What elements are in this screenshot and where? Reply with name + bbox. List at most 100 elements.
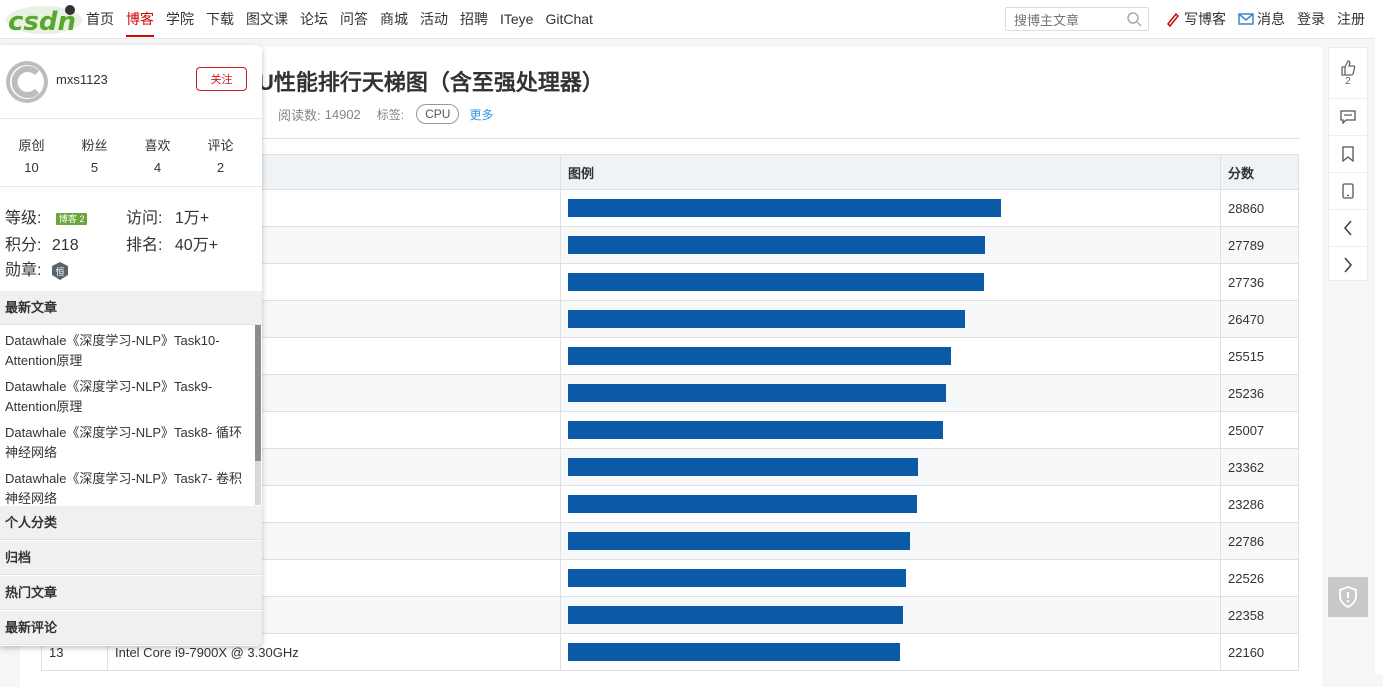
more-tags-link[interactable]: 更多	[469, 106, 493, 123]
score-cell: 25007	[1220, 411, 1299, 449]
nav-link-gitchat[interactable]: GitChat	[545, 0, 592, 38]
csdn-logo[interactable]: csdn	[4, 2, 84, 36]
nav-link-iteye[interactable]: ITeye	[500, 0, 533, 38]
profile-divider	[0, 186, 262, 187]
score-bar	[568, 199, 1001, 217]
tag-cpu[interactable]: CPU	[416, 104, 460, 124]
stat-label: 粉丝	[81, 138, 108, 153]
like-button[interactable]: 2	[1329, 48, 1367, 99]
level-badge[interactable]: 博客 2	[55, 212, 88, 225]
next-article-button[interactable]	[1329, 247, 1367, 283]
comment-button[interactable]	[1329, 99, 1367, 136]
stat-comments: 评论 2	[189, 135, 252, 175]
mobile-view-button[interactable]	[1329, 173, 1367, 210]
nav-link-forum[interactable]: 论坛	[300, 0, 328, 38]
recent-articles-list: Datawhale《深度学习-NLP》Task10- Attention原理 D…	[5, 331, 245, 515]
score-cell: 23362	[1220, 448, 1299, 486]
score-bar	[568, 458, 919, 476]
comment-icon	[1340, 110, 1356, 124]
prev-article-button[interactable]	[1329, 210, 1367, 247]
points-row: 积分: 218	[5, 231, 79, 255]
stat-original: 原创 10	[0, 135, 63, 175]
stat-likes: 喜欢 4	[126, 135, 189, 175]
author-profile-card: mxs1123 关注 原创 10 粉丝 5 喜欢 4 评论 2 等级: 博客 2…	[0, 45, 262, 646]
read-count-label: 阅读数:	[278, 107, 321, 123]
score-cell: 22160	[1220, 633, 1299, 671]
username[interactable]: mxs1123	[56, 72, 108, 87]
score-bar	[568, 236, 985, 254]
nav-link-events[interactable]: 活动	[420, 0, 448, 38]
report-button[interactable]	[1328, 577, 1368, 617]
page-scrollbar[interactable]	[1375, 38, 1383, 675]
score-bar	[568, 384, 947, 402]
visits-label: 访问:	[126, 210, 163, 227]
login-link[interactable]: 登录	[1297, 9, 1325, 29]
score-cell: 22526	[1220, 559, 1299, 597]
pen-icon	[1166, 12, 1180, 27]
bookmark-button[interactable]	[1329, 136, 1367, 173]
messages-label: 消息	[1257, 11, 1285, 27]
score-cell: 26470	[1220, 300, 1299, 338]
points-value: 218	[51, 237, 79, 254]
rank-row: 排名: 40万+	[126, 231, 218, 255]
register-link[interactable]: 注册	[1337, 9, 1365, 29]
nav-link-download[interactable]: 下载	[206, 0, 234, 38]
bar-cell	[560, 374, 1221, 412]
search-icon[interactable]	[1126, 11, 1142, 27]
read-count: 14902	[324, 106, 361, 122]
nav-link-academy[interactable]: 学院	[166, 0, 194, 38]
nav-links: 首页 博客 学院 下载 图文课 论坛 问答 商城 活动 招聘 ITeye Git…	[86, 0, 605, 38]
list-item[interactable]: Datawhale《深度学习-NLP》Task8- 循环神经网络	[5, 423, 245, 463]
bookmark-icon	[1342, 146, 1354, 162]
recent-scrollbar-thumb[interactable]	[255, 325, 261, 461]
article-meta: 阅读数: 14902 标签: CPU 更多	[278, 104, 493, 124]
write-blog-button[interactable]: 写博客	[1165, 9, 1226, 29]
bar-cell	[560, 263, 1221, 301]
stat-value: 5	[90, 160, 99, 175]
stat-value: 2	[216, 160, 225, 175]
nav-link-mall[interactable]: 商城	[380, 0, 408, 38]
medal-char: 恒	[55, 266, 64, 278]
section-latest-comments[interactable]: 最新评论	[0, 611, 262, 645]
section-hot-articles[interactable]: 热门文章	[0, 576, 262, 610]
score-bar	[568, 495, 918, 513]
nav-link-qa[interactable]: 问答	[340, 0, 368, 38]
article-title: U性能排行天梯图（含至强处理器）	[258, 70, 604, 95]
medal-row: 勋章: 恒	[5, 256, 68, 280]
bar-cell	[560, 559, 1221, 597]
nav-link-blog[interactable]: 博客	[126, 0, 154, 38]
avatar[interactable]	[6, 61, 48, 103]
nav-right: 写博客 消息 登录 注册	[1165, 0, 1377, 38]
top-nav: csdn 首页 博客 学院 下载 图文课 论坛 问答 商城 活动 招聘 ITey…	[0, 0, 1383, 39]
mail-icon	[1238, 13, 1254, 25]
tag-label: 标签:	[376, 107, 405, 122]
follow-button[interactable]: 关注	[196, 67, 247, 91]
nav-link-home[interactable]: 首页	[86, 0, 114, 38]
level-row: 等级: 博客 2	[5, 204, 88, 228]
nav-link-jobs[interactable]: 招聘	[460, 0, 488, 38]
section-categories[interactable]: 个人分类	[0, 506, 262, 540]
like-count: 2	[1345, 75, 1351, 87]
section-recent-articles[interactable]: 最新文章	[0, 291, 262, 325]
bar-cell	[560, 633, 1221, 671]
nav-link-course[interactable]: 图文课	[246, 0, 288, 38]
write-blog-label: 写博客	[1184, 11, 1226, 27]
messages-button[interactable]: 消息	[1238, 9, 1285, 29]
score-cell: 25236	[1220, 374, 1299, 412]
stat-label: 喜欢	[144, 138, 171, 153]
bar-cell	[560, 485, 1221, 523]
list-item[interactable]: Datawhale《深度学习-NLP》Task10- Attention原理	[5, 331, 245, 371]
list-item[interactable]: Datawhale《深度学习-NLP》Task7- 卷积神经网络	[5, 469, 245, 509]
score-bar	[568, 347, 951, 365]
stat-value: 4	[153, 160, 162, 175]
medal-icon[interactable]: 恒	[51, 261, 68, 280]
stat-label: 评论	[207, 138, 234, 153]
search-input[interactable]	[1012, 9, 1126, 31]
section-archive[interactable]: 归档	[0, 541, 262, 575]
list-item[interactable]: Datawhale《深度学习-NLP》Task9- Attention原理	[5, 377, 245, 417]
profile-stats: 原创 10 粉丝 5 喜欢 4 评论 2	[0, 135, 262, 175]
right-toolbar: 2	[1328, 47, 1368, 281]
shield-icon	[1339, 586, 1357, 608]
bar-cell	[560, 189, 1221, 227]
thumbs-up-icon	[1341, 59, 1356, 76]
